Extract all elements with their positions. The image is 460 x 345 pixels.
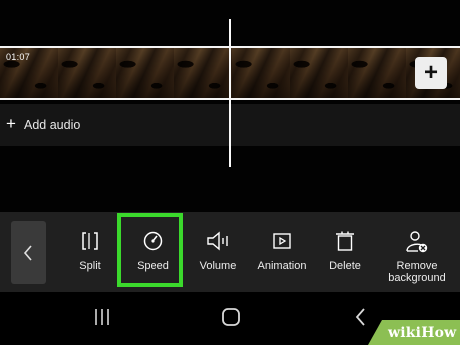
speedometer-icon <box>143 231 163 251</box>
volume-tool[interactable]: Volume <box>192 212 244 292</box>
play-box-icon <box>273 233 291 249</box>
plus-icon: + <box>423 59 438 86</box>
recent-apps-icon[interactable] <box>92 306 112 328</box>
remove-background-tool[interactable]: Remove background <box>384 212 450 292</box>
animation-tool[interactable]: Animation <box>252 212 312 292</box>
chevron-left-icon <box>23 245 32 261</box>
home-icon[interactable] <box>220 306 242 328</box>
wikihow-watermark-text: wikiHow <box>388 325 457 341</box>
edit-toolbar: Split Speed Volume Animation Delete Remo… <box>0 212 460 292</box>
volume-label: Volume <box>199 260 237 272</box>
person-remove-icon <box>406 231 428 253</box>
back-chevron-icon[interactable] <box>352 306 368 328</box>
toolbar-back-button[interactable] <box>11 221 46 284</box>
speed-label: Speed <box>137 260 169 272</box>
add-clip-button[interactable]: + <box>415 57 447 89</box>
add-audio-label: Add audio <box>24 118 81 132</box>
split-icon <box>82 232 98 250</box>
trash-icon <box>336 231 354 251</box>
delete-label: Delete <box>329 260 361 272</box>
speaker-icon <box>207 231 228 251</box>
timeline-area: 01:07 + + Add audio <box>0 0 460 212</box>
plus-icon: + <box>6 114 16 133</box>
split-label: Split <box>79 260 101 272</box>
playhead[interactable] <box>229 19 231 167</box>
animation-label: Animation <box>257 260 307 272</box>
remove-background-label: Remove background <box>388 260 446 284</box>
delete-tool[interactable]: Delete <box>322 212 368 292</box>
speed-tool[interactable]: Speed <box>124 212 182 292</box>
clip-timestamp: 01:07 <box>6 52 31 62</box>
split-tool[interactable]: Split <box>68 212 112 292</box>
